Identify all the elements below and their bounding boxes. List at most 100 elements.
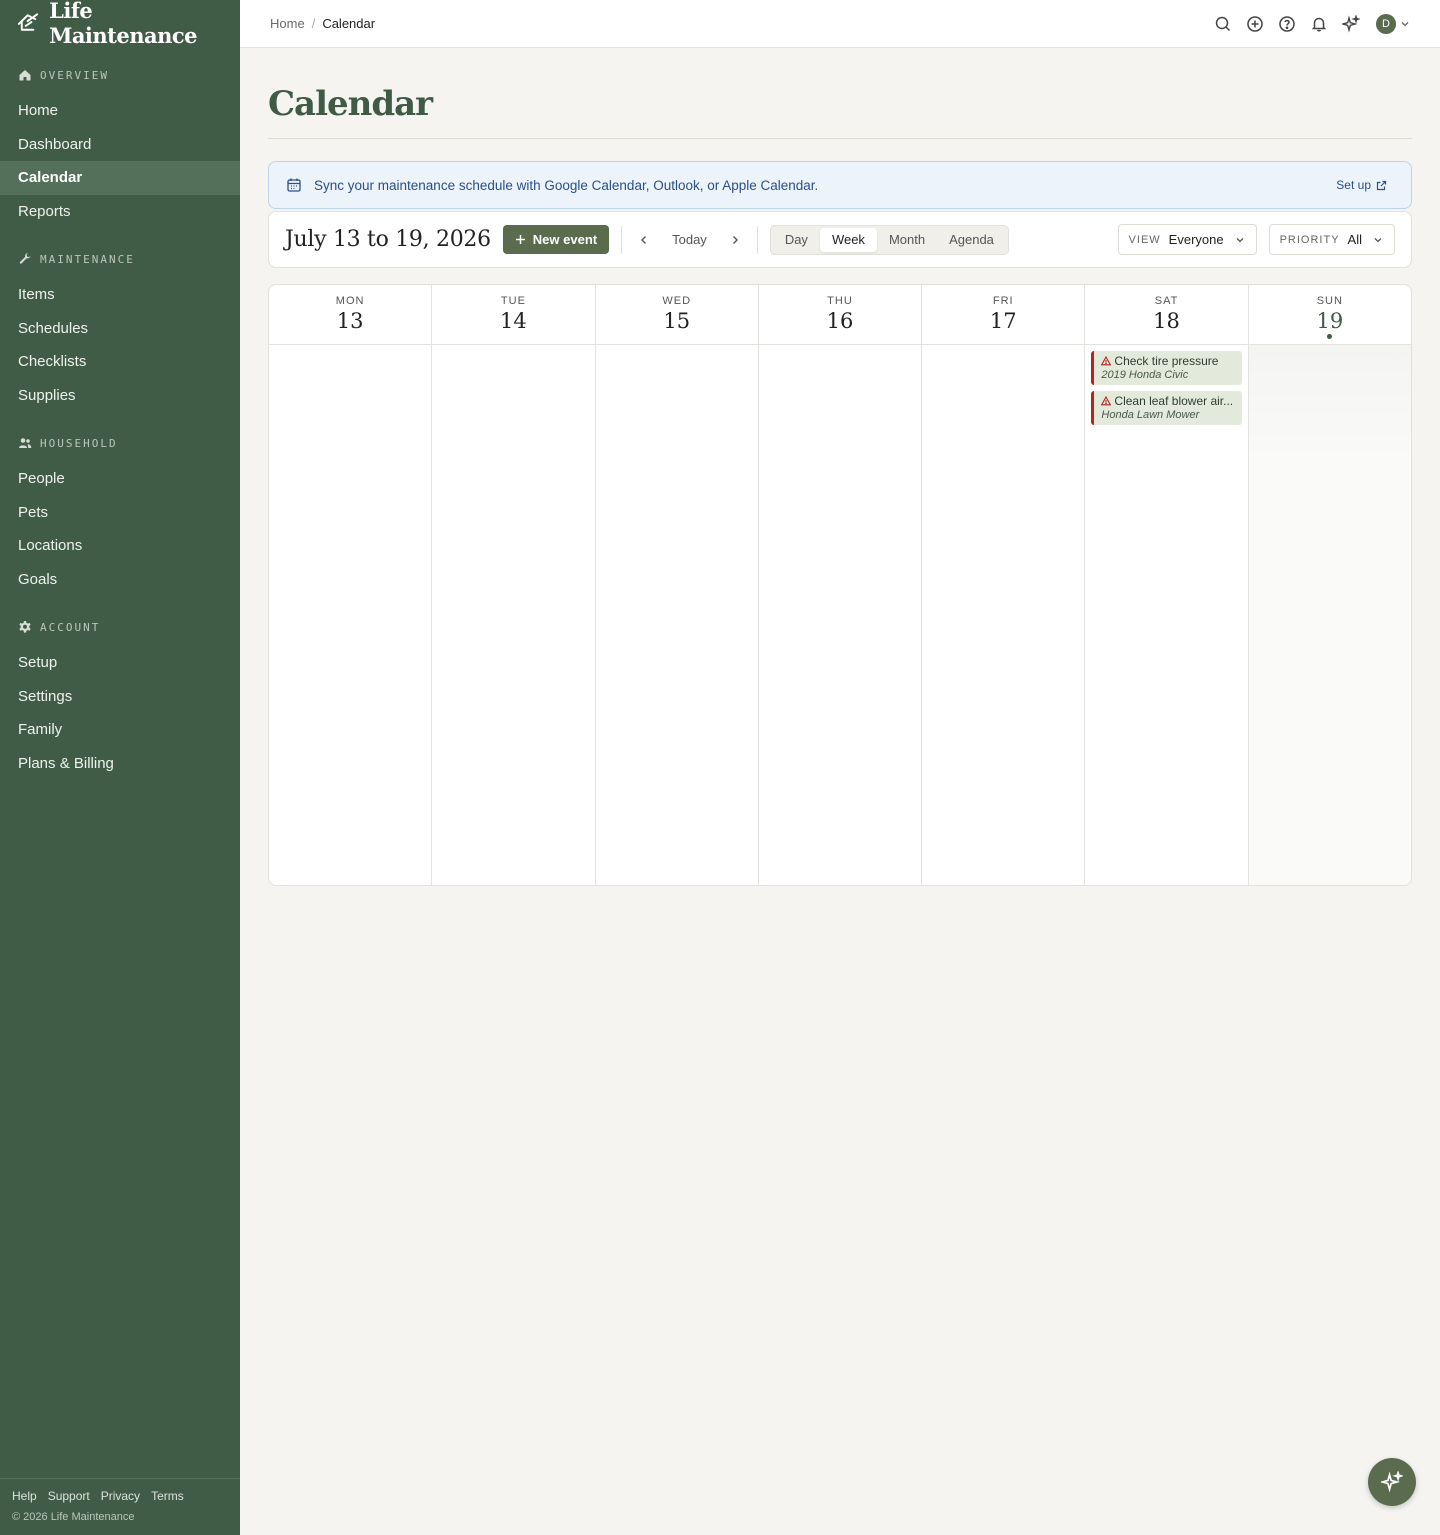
add-circle-icon[interactable]	[1246, 15, 1264, 33]
day-number: 16	[826, 309, 854, 333]
view-switcher: Day Week Month Agenda	[769, 224, 1009, 255]
main-content: Calendar Sync your maintenance schedule …	[268, 48, 1412, 886]
sidebar-item-people[interactable]: People	[0, 462, 240, 496]
today-button[interactable]: Today	[654, 232, 725, 247]
view-week-button[interactable]: Week	[819, 227, 877, 252]
day-header: MON 13	[269, 285, 432, 345]
calendar-icon	[287, 178, 301, 192]
day-of-week: TUE	[500, 295, 526, 307]
footer-link-terms[interactable]: Terms	[151, 1489, 184, 1503]
day-of-week: FRI	[992, 295, 1014, 307]
warning-icon	[1101, 396, 1112, 406]
title-divider	[268, 138, 1412, 139]
nav-section-header: MAINTENANCE	[0, 248, 240, 270]
sidebar-item-checklists[interactable]: Checklists	[0, 345, 240, 379]
footer-links: Help Support Privacy Terms	[12, 1489, 228, 1503]
chevron-right-icon	[732, 235, 738, 244]
sidebar-item-schedules[interactable]: Schedules	[0, 312, 240, 346]
day-header: TUE 14	[432, 285, 595, 345]
day-of-week: SUN	[1316, 295, 1343, 307]
calendar-event[interactable]: Check tire pressure 2019 Honda Civic	[1091, 351, 1242, 385]
view-filter-label: VIEW	[1128, 233, 1161, 246]
footer-link-privacy[interactable]: Privacy	[101, 1489, 140, 1503]
day-cell[interactable]: Check tire pressure 2019 Honda Civic Clean…	[1085, 345, 1247, 885]
sidebar-item-reports[interactable]: Reports	[0, 195, 240, 229]
week-calendar: MON 13 TUE 14 WED 15 THU 16 FRI 17 SAT 18 Check tire…	[268, 284, 1412, 886]
view-filter-value: Everyone	[1168, 232, 1224, 247]
day-number: 13	[336, 309, 364, 333]
help-icon[interactable]	[1278, 15, 1296, 33]
day-number: 19	[1316, 309, 1344, 333]
view-agenda-button[interactable]: Agenda	[937, 228, 1006, 252]
sidebar-item-locations[interactable]: Locations	[0, 529, 240, 563]
top-actions: D	[1214, 13, 1410, 34]
next-week-button[interactable]	[725, 230, 745, 250]
brand[interactable]: Life Maintenance	[0, 0, 240, 48]
day-column-sun: SUN 19	[1247, 285, 1411, 885]
day-column-mon: MON 13	[269, 285, 432, 885]
day-of-week: THU	[827, 295, 853, 307]
sidebar-item-dashboard[interactable]: Dashboard	[0, 128, 240, 162]
warning-icon	[1101, 356, 1112, 366]
event-title: Clean leaf blower air...	[1114, 394, 1234, 408]
day-of-week: WED	[662, 295, 692, 307]
sidebar-item-plans-and-billing[interactable]: Plans & Billing	[0, 747, 240, 781]
day-cell[interactable]	[922, 345, 1084, 885]
new-event-button[interactable]: New event	[502, 225, 610, 254]
setup-link[interactable]: Set up	[1336, 178, 1387, 192]
prev-week-button[interactable]	[634, 230, 654, 250]
day-cell[interactable]	[432, 345, 594, 885]
people-icon	[18, 436, 32, 450]
view-filter[interactable]: VIEW Everyone	[1117, 224, 1257, 255]
sidebar-item-settings[interactable]: Settings	[0, 680, 240, 714]
event-subtitle: 2019 Honda Civic	[1101, 369, 1189, 381]
day-cell[interactable]	[596, 345, 758, 885]
sidebar-item-supplies[interactable]: Supplies	[0, 379, 240, 413]
breadcrumb: Home / Calendar	[270, 16, 375, 31]
sync-text: Sync your maintenance schedule with Goog…	[314, 177, 819, 193]
sidebar-item-goals[interactable]: Goals	[0, 563, 240, 597]
day-number: 14	[500, 309, 527, 333]
breadcrumb-separator: /	[311, 16, 316, 31]
day-cell[interactable]	[759, 345, 921, 885]
nav-section-header: ACCOUNT	[0, 616, 240, 638]
bell-icon[interactable]	[1310, 15, 1328, 33]
breadcrumb-home[interactable]: Home	[270, 16, 305, 31]
sidebar-item-items[interactable]: Items	[0, 278, 240, 312]
event-title-row: Clean leaf blower air...	[1101, 394, 1235, 408]
sidebar-item-calendar[interactable]: Calendar	[0, 161, 240, 195]
day-of-week: SAT	[1154, 295, 1179, 307]
view-day-button[interactable]: Day	[773, 228, 820, 252]
chevron-left-icon	[641, 235, 647, 244]
event-title: Check tire pressure	[1114, 354, 1219, 368]
chevron-down-icon	[1236, 237, 1244, 242]
sparkle-icon[interactable]	[1342, 14, 1360, 33]
user-menu[interactable]: D	[1376, 13, 1410, 34]
chevron-down-icon	[1401, 21, 1409, 26]
nav-section-title: HOUSEHOLD	[40, 436, 118, 450]
day-column-sat: SAT 18 Check tire pressure 2019 Honda Civic…	[1084, 285, 1248, 885]
setup-label: Set up	[1336, 178, 1371, 192]
day-cell[interactable]	[269, 345, 431, 885]
day-header: SUN 19	[1248, 285, 1411, 345]
plus-icon	[515, 235, 525, 244]
nav-section-title: MAINTENANCE	[40, 252, 135, 266]
today-indicator	[1327, 334, 1333, 339]
calendar-toolbar: July 13 to 19, 2026 New event Today Day W…	[268, 211, 1412, 268]
priority-filter[interactable]: PRIORITY All	[1268, 224, 1395, 255]
topbar: Home / Calendar D	[240, 0, 1440, 48]
assistant-button[interactable]	[1368, 1458, 1416, 1506]
sidebar-item-family[interactable]: Family	[0, 713, 240, 747]
footer-link-support[interactable]: Support	[48, 1489, 90, 1503]
sidebar-item-setup[interactable]: Setup	[0, 646, 240, 680]
sidebar-item-pets[interactable]: Pets	[0, 496, 240, 530]
day-cell[interactable]	[1248, 345, 1411, 885]
nav-section-household: HOUSEHOLD People Pets Locations Goals	[0, 432, 240, 596]
view-month-button[interactable]: Month	[877, 228, 937, 252]
nav-section-title: OVERVIEW	[40, 68, 109, 82]
date-range-title: July 13 to 19, 2026	[285, 227, 491, 252]
search-icon[interactable]	[1214, 15, 1232, 33]
footer-link-help[interactable]: Help	[12, 1489, 37, 1503]
sidebar-item-home[interactable]: Home	[0, 94, 240, 128]
calendar-event[interactable]: Clean leaf blower air... Honda Lawn Mower	[1091, 391, 1242, 425]
